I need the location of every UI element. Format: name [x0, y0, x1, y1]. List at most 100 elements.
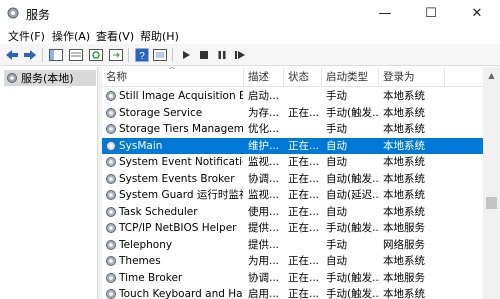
column-header-status[interactable]: 状态	[284, 67, 322, 87]
toolbar-separator	[128, 48, 129, 62]
service-logon-as: 本地系统	[383, 156, 425, 168]
table-row[interactable]: System Event Notification... 监视... 正在... 自动…	[102, 154, 483, 171]
table-row[interactable]: Storage Tiers Managem... 优化... 手动 本地系统	[102, 121, 483, 138]
service-startup-type: 手动(触发...	[326, 222, 380, 234]
maximize-button[interactable]: ☐	[408, 0, 454, 26]
help-icon[interactable]: ?	[134, 47, 150, 63]
service-name: Still Image Acquisition Ev...	[119, 90, 243, 102]
services-gear-icon	[7, 7, 19, 19]
column-header-name[interactable]: 名称	[102, 67, 244, 87]
vertical-scrollbar[interactable]: ▲	[483, 67, 500, 299]
scrollbar-thumb[interactable]	[486, 197, 497, 209]
service-startup-type: 自动(延迟...	[326, 189, 380, 201]
service-description: 维护...	[248, 139, 280, 152]
column-header-logon-as[interactable]: 登录为	[379, 67, 445, 87]
service-description: 为用...	[248, 255, 280, 267]
tree-node-label: 服务(本地)	[21, 72, 74, 85]
service-logon-as: 网络服务	[383, 238, 425, 251]
service-startup-type: 手动	[326, 90, 347, 102]
close-icon: ✕	[471, 5, 483, 21]
service-startup-type: 手动(触发...	[326, 288, 380, 299]
service-status: 正在...	[288, 255, 320, 267]
service-logon-as: 本地系统	[383, 123, 425, 135]
service-status: 正在...	[288, 106, 320, 119]
table-row[interactable]: Themes 为用... 正在... 自动 本地系统	[102, 253, 483, 270]
service-status: 正在...	[288, 271, 320, 284]
table-row[interactable]: System Events Broker 协调... 正在... 自动(触发... 本地…	[102, 171, 483, 188]
services-gear-icon	[7, 73, 17, 83]
services-list: ^ 名称 描述 状态 启动类型 登录为 Still Image Acquisit…	[102, 67, 483, 299]
service-gear-icon	[106, 173, 116, 184]
export-icon[interactable]	[108, 47, 124, 63]
service-name: Storage Service	[119, 106, 203, 119]
table-row[interactable]: Telephony 提供... 手动 网络服务	[102, 237, 483, 254]
stop-icon[interactable]	[196, 47, 212, 63]
service-startup-type: 自动(触发...	[326, 172, 380, 185]
service-description: 启用...	[248, 288, 280, 299]
toolbar-separator	[42, 48, 43, 62]
service-status	[288, 237, 322, 254]
service-logon-as: 本地系统	[383, 139, 425, 152]
svg-text:?: ?	[139, 51, 145, 62]
service-status: 正在...	[288, 156, 320, 168]
service-name: System Event Notification...	[119, 156, 243, 168]
service-gear-icon	[106, 124, 116, 134]
service-name: System Guard 运行时监视...	[119, 189, 243, 201]
menu-bar: 文件(F) 操作(A) 查看(V) 帮助(H)	[0, 26, 500, 44]
service-description: 启动...	[248, 90, 280, 102]
menu-view[interactable]: 查看(V)	[96, 28, 134, 44]
table-row[interactable]: Time Broker 协调... 正在... 手动(触发... 本地服务	[102, 270, 483, 287]
service-startup-type: 自动	[326, 139, 347, 152]
back-icon[interactable]	[4, 47, 20, 63]
service-logon-as: 本地系统	[383, 172, 425, 185]
properties-icon[interactable]	[152, 47, 168, 63]
service-startup-type: 自动	[326, 156, 347, 168]
close-button[interactable]: ✕	[454, 0, 500, 26]
toolbar-separator	[172, 48, 173, 62]
service-status	[288, 121, 322, 138]
show-tree-icon[interactable]	[48, 47, 64, 63]
service-status: 正在...	[288, 288, 320, 299]
table-row[interactable]: Still Image Acquisition Ev... 启动... 手动 本地系统	[102, 88, 483, 105]
service-logon-as: 本地系统	[383, 205, 425, 218]
service-startup-type: 自动	[326, 255, 347, 267]
table-row[interactable]: System Guard 运行时监视... 监视... 正在... 自动(延迟...本…	[102, 187, 483, 204]
service-description: 优化...	[248, 123, 280, 135]
service-description: 监视...	[248, 156, 280, 168]
service-description: 使用...	[248, 205, 280, 218]
pause-icon[interactable]	[214, 47, 230, 63]
service-name: Storage Tiers Managem...	[119, 123, 243, 135]
service-logon-as: 本地系统	[383, 255, 425, 267]
tree-node-services-local[interactable]: 服务(本地)	[4, 70, 96, 86]
service-startup-type: 自动	[326, 205, 347, 218]
table-row[interactable]: SysMain 维护... 正在... 自动 本地系统	[102, 137, 483, 154]
console-icon[interactable]	[68, 47, 84, 63]
menu-help[interactable]: 帮助(H)	[140, 28, 179, 44]
service-status: 正在...	[288, 222, 320, 234]
service-gear-icon	[106, 107, 116, 118]
service-name: Touch Keyboard and Ha...	[119, 288, 243, 299]
play-icon[interactable]	[178, 47, 194, 63]
table-row[interactable]: Storage Service 为存... 正在... 手动(触发... 本地系统	[102, 105, 483, 122]
service-name: Themes	[119, 255, 161, 267]
table-row[interactable]: TCP/IP NetBIOS Helper 提供... 正在... 手动(触发... 本…	[102, 220, 483, 237]
service-startup-type: 手动(触发...	[326, 106, 380, 119]
menu-file[interactable]: 文件(F)	[8, 28, 45, 44]
service-name: Time Broker	[119, 271, 183, 284]
column-header-description[interactable]: 描述	[244, 67, 284, 87]
table-row[interactable]: Touch Keyboard and Ha... 启用... 正在... 手动(触发.…	[102, 286, 483, 299]
menu-action[interactable]: 操作(A)	[52, 28, 90, 44]
scroll-up-icon[interactable]: ▲	[483, 67, 500, 83]
refresh-icon[interactable]	[88, 47, 104, 63]
service-description: 为存...	[248, 106, 280, 119]
service-startup-type: 手动(触发...	[326, 271, 380, 284]
forward-icon[interactable]	[22, 47, 38, 63]
table-row[interactable]: Task Scheduler 使用... 正在... 自动 本地系统	[102, 204, 483, 221]
column-header-startup-type[interactable]: 启动类型	[322, 67, 379, 87]
minimize-button[interactable]: —	[362, 0, 408, 26]
restart-icon[interactable]	[232, 47, 248, 63]
service-gear-icon	[106, 91, 116, 101]
service-logon-as: 本地服务	[383, 222, 425, 234]
service-status: 正在...	[288, 189, 320, 201]
service-name: System Events Broker	[119, 172, 235, 185]
